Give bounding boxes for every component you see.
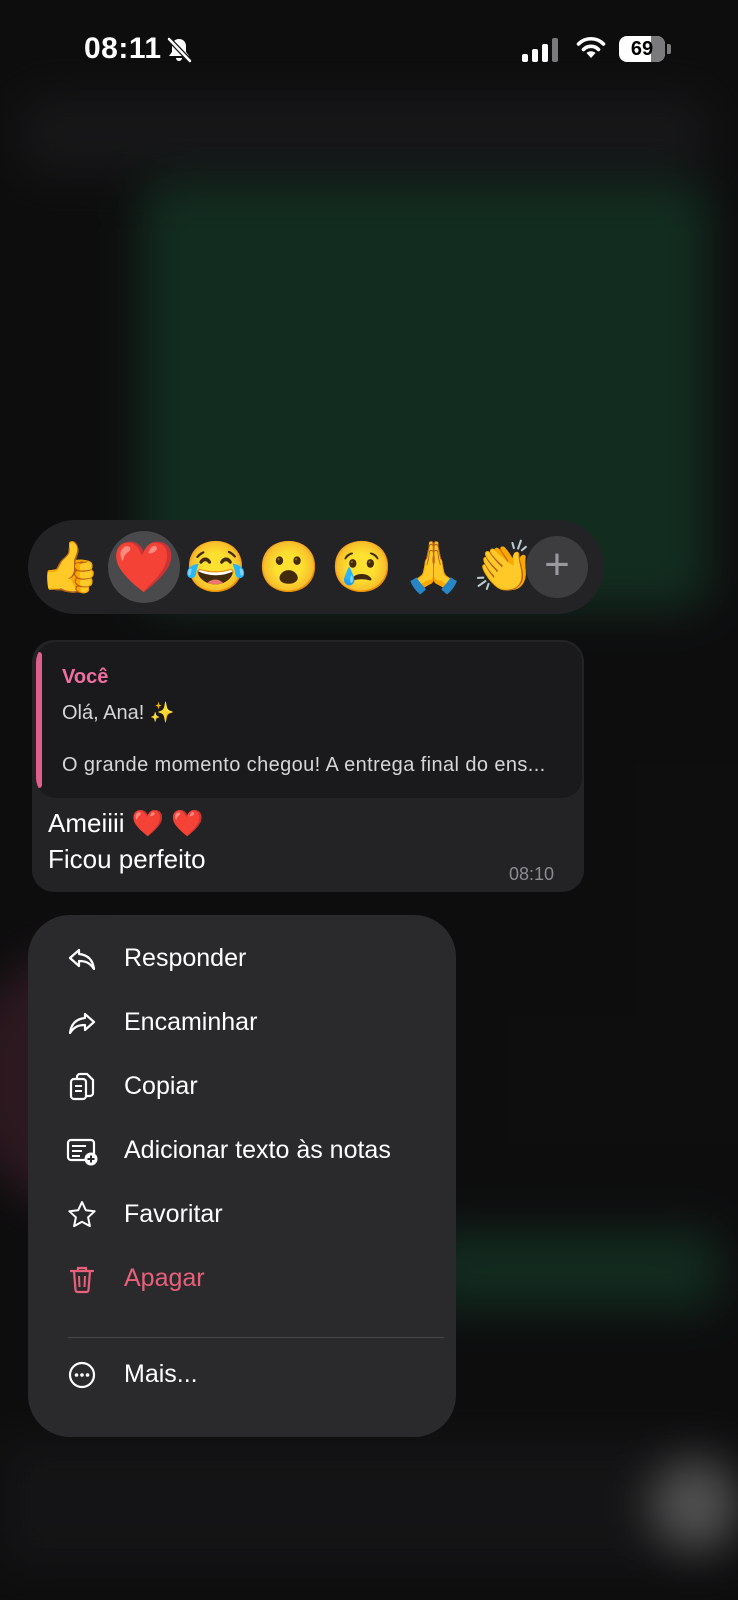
reaction-folded-hands[interactable]: 🙏 bbox=[398, 531, 470, 603]
menu-item-forward[interactable]: Encaminhar bbox=[28, 993, 456, 1053]
menu-item-label: Copiar bbox=[124, 1072, 198, 1100]
battery-icon: 69 bbox=[619, 36, 671, 62]
menu-item-label: Apagar bbox=[124, 1264, 205, 1292]
reply-icon bbox=[68, 948, 96, 971]
reaction-red-heart[interactable]: ❤️ bbox=[108, 531, 180, 603]
copy-icon bbox=[69, 1072, 95, 1101]
reaction-thumbs-up[interactable]: 👍 bbox=[34, 531, 106, 603]
star-icon bbox=[68, 1201, 96, 1228]
menu-divider bbox=[68, 1337, 444, 1338]
menu-item-favorite[interactable]: Favoritar bbox=[28, 1185, 456, 1245]
more-reactions-button[interactable]: + bbox=[526, 536, 588, 598]
more-options-icon bbox=[68, 1361, 96, 1389]
quote-text-line: Olá, Ana! ✨ bbox=[62, 702, 175, 724]
menu-item-label: Mais... bbox=[124, 1360, 198, 1388]
menu-item-copy[interactable]: Copiar bbox=[28, 1057, 456, 1117]
message-timestamp: 08:10 bbox=[508, 864, 554, 884]
wifi-icon bbox=[574, 34, 608, 65]
menu-item-label: Favoritar bbox=[124, 1200, 223, 1228]
message-bubble[interactable]: Você Olá, Ana! ✨ O grande momento chegou… bbox=[32, 640, 584, 892]
bell-muted-icon bbox=[166, 36, 192, 69]
quote-accent-bar bbox=[36, 652, 42, 788]
menu-item-delete[interactable]: Apagar bbox=[28, 1249, 456, 1309]
reaction-crying-face[interactable]: 😢 bbox=[326, 531, 398, 603]
reaction-bar: 👍 ❤️ 😂 😮 😢 🙏 👏 + bbox=[28, 520, 604, 614]
status-bar: 08:11 69 bbox=[0, 0, 738, 100]
menu-item-add-to-notes[interactable]: Adicionar texto às notas bbox=[28, 1121, 456, 1181]
reaction-tears-of-joy[interactable]: 😂 bbox=[180, 531, 252, 603]
status-time: 08:11 bbox=[84, 32, 162, 65]
menu-item-label: Adicionar texto às notas bbox=[124, 1136, 391, 1164]
quoted-message[interactable]: Você Olá, Ana! ✨ O grande momento chegou… bbox=[36, 642, 582, 798]
reaction-open-mouth[interactable]: 😮 bbox=[253, 531, 325, 603]
forward-icon bbox=[68, 1012, 96, 1035]
quote-text-line: O grande momento chegou! A entrega final… bbox=[62, 754, 546, 776]
message-context-menu: Responder Encaminhar Copiar Adicionar te… bbox=[28, 915, 456, 1437]
menu-item-label: Encaminhar bbox=[124, 1008, 258, 1036]
message-text-line: Ficou perfeito bbox=[48, 844, 206, 874]
battery-level: 69 bbox=[630, 38, 654, 60]
menu-item-label: Responder bbox=[124, 944, 247, 972]
cellular-signal-icon bbox=[522, 38, 558, 62]
add-note-icon bbox=[66, 1138, 98, 1166]
trash-icon bbox=[69, 1266, 95, 1294]
menu-item-reply[interactable]: Responder bbox=[28, 929, 456, 989]
message-text-line: Ameiiii ❤️ ❤️ bbox=[48, 808, 204, 838]
menu-item-more[interactable]: Mais... bbox=[28, 1345, 456, 1405]
quote-author: Você bbox=[62, 666, 109, 688]
